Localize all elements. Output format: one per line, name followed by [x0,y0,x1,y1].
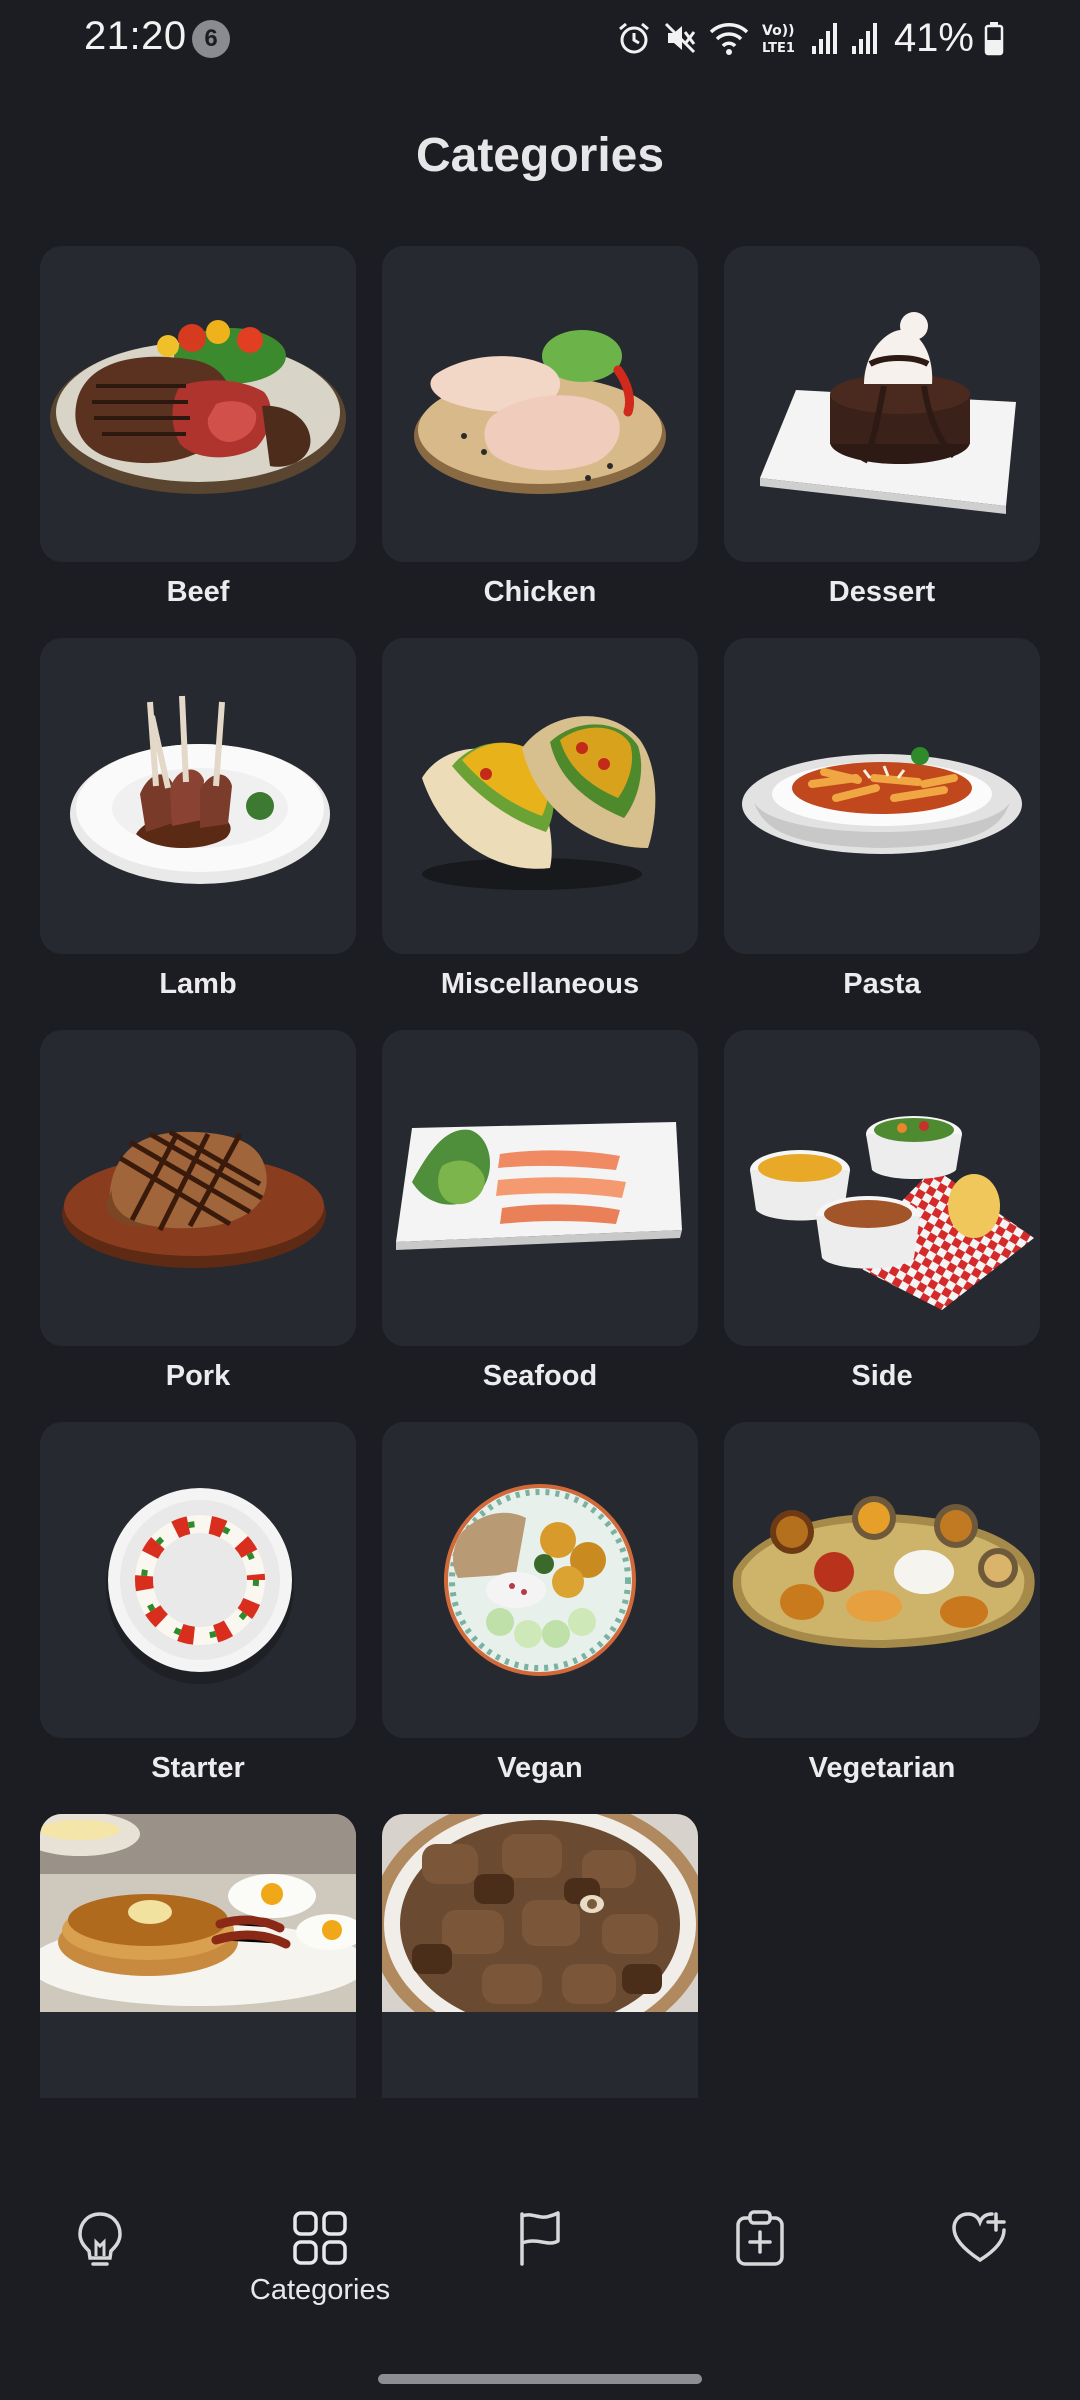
category-card[interactable] [382,638,698,954]
lightbulb-icon[interactable] [72,2208,128,2268]
category-label: Beef [166,576,230,608]
heart-plus-icon[interactable] [950,2208,1010,2268]
svg-text:Vo)): Vo)) [762,23,794,39]
pasta-bowl-image [742,747,1022,854]
pancakes-breakfast-image [40,1814,356,2012]
category-tile-breakfast[interactable] [40,1814,356,2098]
home-indicator[interactable] [378,2374,702,2384]
goat-curry-image [382,1814,698,2012]
category-card[interactable] [40,638,356,954]
category-tile-vegan[interactable]: Vegan [382,1422,698,1785]
nav-label-categories: Categories [249,2274,391,2306]
category-label: Lamb [159,968,237,1000]
alarm-icon [618,22,649,54]
svg-text:LTE1: LTE1 [762,41,795,56]
category-card[interactable] [382,1030,698,1346]
category-card[interactable] [40,1030,356,1346]
category-label: Dessert [828,576,936,608]
category-tile-dessert[interactable]: Dessert [724,246,1040,609]
category-label: Pork [165,1360,231,1392]
category-label: Pasta [843,968,921,1000]
nav-item-areas[interactable] [450,2208,630,2348]
category-card[interactable] [724,1030,1040,1346]
category-label: Starter [151,1752,245,1784]
thali-platter-image [732,1496,1035,1648]
category-card[interactable] [382,1422,698,1738]
page-title: Categories [415,129,665,182]
category-card[interactable] [724,1422,1040,1738]
category-label: Seafood [482,1360,598,1392]
pork-chop-image [62,1129,326,1268]
tacos-image [422,716,656,890]
clipboard-plus-icon[interactable] [732,2208,788,2268]
category-tile-miscellaneous[interactable]: Miscellaneous [382,638,698,1001]
nav-item-categories[interactable]: Categories [230,2208,410,2348]
bottom-navigation: Categories [0,2150,1080,2400]
category-tile-goat[interactable] [382,1814,698,2098]
category-card[interactable] [724,638,1040,954]
nav-item-tips[interactable] [10,2208,190,2348]
side-dishes-image [750,1116,1034,1310]
battery-icon [984,22,1004,56]
status-bar: 21:20 6 Vo)) LTE1 41% [0,0,1080,80]
salmon-plate-image [396,1122,682,1250]
volte-icon: Vo)) LTE1 [762,23,795,56]
wifi-icon [709,23,749,55]
raw-chicken-image [414,330,666,494]
category-tile-pasta[interactable]: Pasta [724,638,1040,1001]
category-tile-beef[interactable]: Beef [40,246,356,609]
category-card[interactable] [40,1422,356,1738]
status-time: 21:20 [84,14,187,58]
category-tile-chicken[interactable]: Chicken [382,246,698,609]
category-label: Chicken [483,576,597,608]
category-card[interactable] [382,246,698,562]
category-label: Vegetarian [808,1752,956,1784]
category-tile-vegetarian[interactable]: Vegetarian [724,1422,1040,1785]
category-tile-seafood[interactable]: Seafood [382,1030,698,1393]
category-label: Miscellaneous [440,968,640,1000]
signal-icon [851,23,877,54]
lamb-chops-image [70,695,330,884]
signal-icon [811,23,837,54]
mute-icon [664,22,696,54]
category-tile-starter[interactable]: Starter [40,1422,356,1785]
nav-item-add-recipe[interactable] [670,2208,850,2348]
category-card[interactable] [40,246,356,562]
category-card[interactable] [382,1814,698,2098]
notification-count-badge: 6 [192,20,230,58]
battery-percentage: 41% [893,15,974,60]
category-label: Side [851,1360,913,1392]
caprese-image [106,1488,294,1684]
category-label: Vegan [497,1752,583,1784]
category-tile-pork[interactable]: Pork [40,1030,356,1393]
category-tile-lamb[interactable]: Lamb [40,638,356,1001]
category-card[interactable] [40,1814,356,2098]
nav-item-favorites[interactable] [890,2208,1070,2348]
chocolate-cake-image [760,312,1016,514]
vegan-bowl-image [444,1484,636,1676]
flag-icon[interactable] [512,2208,568,2268]
status-icons: Vo)) LTE1 41% [616,14,1004,62]
steak-plate-image [50,320,346,494]
category-tile-side[interactable]: Side [724,1030,1040,1393]
category-card[interactable] [724,246,1040,562]
grid-icon[interactable] [290,2208,350,2268]
